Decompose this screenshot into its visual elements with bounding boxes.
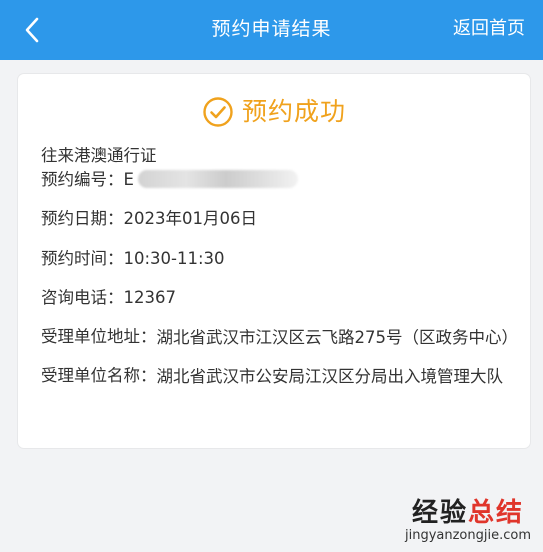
check-circle-icon bbox=[203, 97, 233, 127]
watermark-url: jingyanzongjie.com bbox=[404, 528, 531, 543]
watermark-logo: 经验总结 jingyanzongjie.com bbox=[405, 498, 531, 544]
office-address-value: 湖北省武汉市江汉区云飞路275号（区政务中心） bbox=[156, 328, 519, 347]
consult-phone-row: 咨询电话： 12367 bbox=[41, 286, 511, 310]
booking-time-label: 预约时间： bbox=[41, 249, 124, 268]
booking-time-value: 10:30-11:30 bbox=[123, 249, 225, 268]
office-name-row: 受理单位名称： 湖北省武汉市公安局江汉区分局出入境管理大队 bbox=[41, 364, 511, 388]
success-status-text: 预约成功 bbox=[241, 97, 346, 126]
consult-phone-value[interactable]: 12367 bbox=[124, 286, 512, 310]
document-type: 往来港澳通行证 bbox=[41, 146, 157, 165]
booking-date-label: 预约日期： bbox=[41, 209, 124, 228]
office-address-label: 受理单位地址： bbox=[41, 327, 157, 346]
watermark-part-b: 总结 bbox=[467, 498, 524, 528]
watermark-text: 经验总结 bbox=[405, 498, 531, 528]
watermark-part-a: 经验 bbox=[411, 498, 468, 528]
booking-details: 往来港澳通行证 预约编号： E 预约日期： 2023年01月06日 预约时间： … bbox=[41, 144, 519, 388]
consult-phone-label: 咨询电话： bbox=[41, 288, 124, 307]
office-name-value: 湖北省武汉市公安局江汉区分局出入境管理大队 bbox=[156, 367, 504, 386]
back-to-home-link[interactable]: 返回首页 bbox=[453, 16, 525, 42]
booking-number-label: 预约编号： bbox=[41, 170, 124, 189]
booking-number-prefix: E bbox=[123, 170, 134, 189]
result-card: 预约成功 往来港澳通行证 预约编号： E 预约日期： 2023年01月06日 预… bbox=[18, 74, 530, 448]
office-address-row: 受理单位地址： 湖北省武汉市江汉区云飞路275号（区政务中心） bbox=[41, 325, 519, 349]
booking-time-row: 预约时间： 10:30-11:30 bbox=[41, 247, 511, 271]
top-nav-bar: 预约申请结果 返回首页 bbox=[0, 0, 543, 60]
success-banner: 预约成功 bbox=[18, 94, 530, 130]
booking-date-row: 预约日期： 2023年01月06日 bbox=[41, 207, 511, 231]
office-name-label: 受理单位名称： bbox=[41, 366, 157, 385]
booking-number-row: 预约编号： E bbox=[41, 168, 511, 192]
booking-number-value: E bbox=[124, 168, 512, 192]
redacted-blur bbox=[137, 170, 298, 188]
booking-date-value: 2023年01月06日 bbox=[123, 209, 257, 228]
